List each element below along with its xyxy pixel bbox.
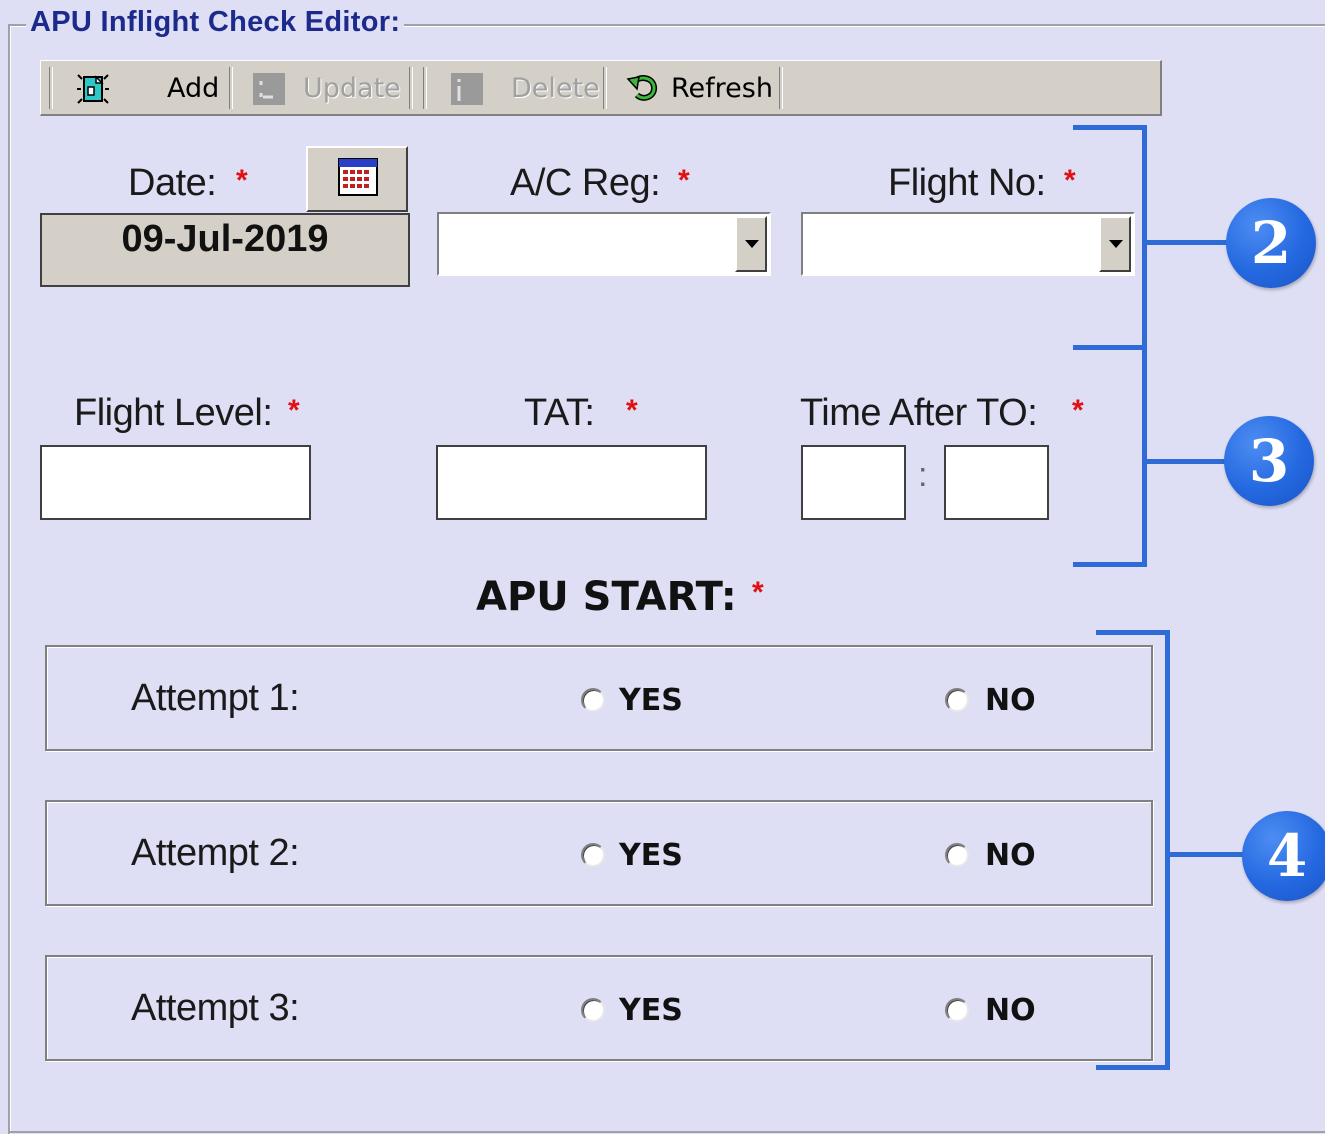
toolbar-separator (229, 67, 233, 109)
delete-button[interactable]: Delete (429, 61, 601, 115)
ac-reg-label: A/C Reg: (510, 162, 661, 204)
ac-reg-dropdown-button[interactable] (735, 216, 767, 272)
group-frame-left-highlight (10, 26, 11, 1134)
attempt-label: Attempt 1: (131, 677, 300, 719)
callout-badge-2: 2 (1226, 198, 1316, 288)
flight-no-dropdown[interactable] (801, 212, 1135, 276)
attempt-row-1: Attempt 1: YES NO (45, 645, 1153, 751)
refresh-button-label: Refresh (671, 73, 773, 104)
yes-label: YES (619, 993, 683, 1028)
attempt-1-yes-radio[interactable] (581, 688, 605, 712)
ac-reg-required-mark: * (678, 164, 690, 197)
attempt-row-2: Attempt 2: YES NO (45, 800, 1153, 906)
add-button-label: Add (167, 73, 220, 104)
yes-label: YES (619, 683, 683, 718)
no-label: NO (985, 993, 1036, 1028)
no-label: NO (985, 838, 1036, 873)
callout-badge-3: 3 (1224, 416, 1314, 506)
calendar-icon (338, 158, 378, 196)
group-title: APU Inflight Check Editor: (26, 6, 405, 39)
tat-input[interactable] (436, 445, 707, 520)
apu-start-required-mark: * (752, 576, 764, 609)
attempt-row-3: Attempt 3: YES NO (45, 955, 1153, 1061)
tat-required-mark: * (626, 394, 638, 427)
attempt-2-yes-radio[interactable] (581, 843, 605, 867)
time-after-to-label: Time After TO: (800, 392, 1038, 434)
yes-label: YES (619, 838, 683, 873)
time-after-to-required-mark: * (1072, 394, 1084, 427)
attempt-1-no-radio[interactable] (945, 688, 969, 712)
toolbar-separator (409, 67, 413, 109)
toolbar-separator (603, 67, 607, 109)
time-separator: : (918, 456, 928, 494)
no-label: NO (985, 683, 1036, 718)
flight-level-input[interactable] (40, 445, 311, 520)
delete-button-label: Delete (511, 73, 600, 104)
flight-level-required-mark: * (288, 394, 300, 427)
update-button[interactable]: Update (235, 61, 403, 115)
flight-no-label: Flight No: (888, 162, 1046, 204)
flight-level-label: Flight Level: (74, 392, 273, 434)
date-required-mark: * (236, 164, 248, 197)
attempt-label: Attempt 2: (131, 832, 300, 874)
refresh-button[interactable]: Refresh (609, 61, 777, 115)
ac-reg-dropdown[interactable] (437, 212, 771, 276)
toolbar-separator (423, 67, 427, 109)
apu-start-title: APU START: (476, 574, 737, 620)
toolbar: Add Update Delete Refresh (40, 60, 1162, 116)
callout-badge-4: 4 (1242, 811, 1325, 901)
flight-no-dropdown-button[interactable] (1099, 216, 1131, 272)
attempt-3-no-radio[interactable] (945, 998, 969, 1022)
time-after-to-hours-input[interactable] (801, 445, 906, 520)
update-button-label: Update (303, 73, 401, 104)
flight-no-required-mark: * (1064, 164, 1076, 197)
date-label: Date: (128, 162, 217, 204)
group-frame-bottom (10, 1131, 1325, 1133)
attempt-3-yes-radio[interactable] (581, 998, 605, 1022)
refresh-icon (626, 75, 657, 101)
time-after-to-minutes-input[interactable] (944, 445, 1049, 520)
toolbar-separator (49, 67, 53, 109)
toolbar-separator (779, 67, 783, 109)
chevron-down-icon (745, 240, 759, 248)
chevron-down-icon (1109, 240, 1123, 248)
date-field[interactable]: 09-Jul-2019 (40, 213, 410, 287)
add-button[interactable]: Add (55, 61, 227, 115)
attempt-label: Attempt 3: (131, 987, 300, 1029)
update-icon (253, 73, 285, 105)
delete-icon (451, 73, 483, 105)
add-document-icon (77, 74, 109, 104)
attempt-2-no-radio[interactable] (945, 843, 969, 867)
tat-label: TAT: (524, 392, 595, 434)
calendar-button[interactable] (306, 146, 408, 212)
